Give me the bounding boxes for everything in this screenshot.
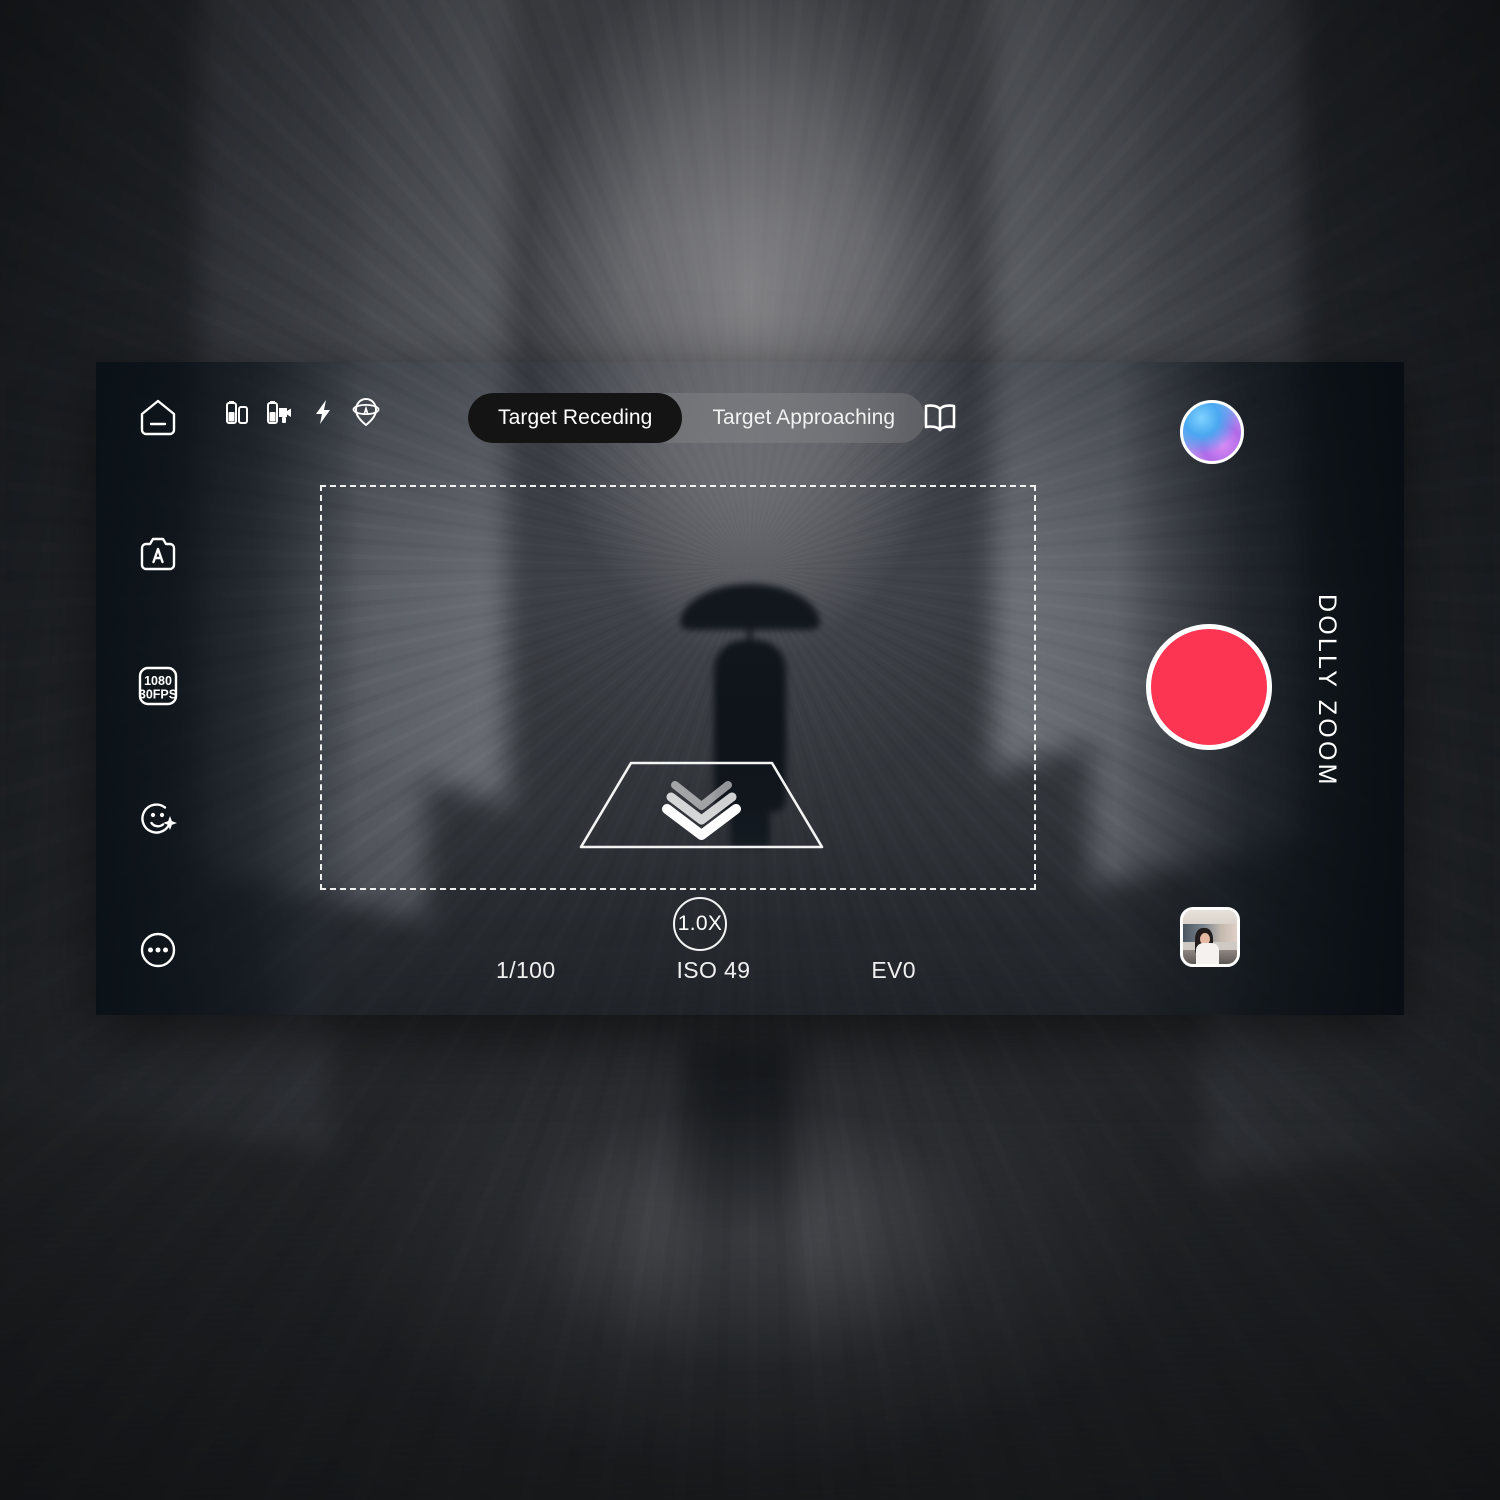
thumb-person-dress [1195, 943, 1219, 964]
resolution-bottom-label: 30FPS [139, 688, 177, 702]
home-button[interactable] [127, 387, 189, 449]
resolution-1080-30fps-icon: 1080 30FPS [138, 666, 178, 706]
gimbal-orbit-glyph [352, 398, 380, 426]
phone-battery-glyph [226, 401, 248, 424]
camera-auto-mode-button[interactable] [127, 524, 189, 586]
gallery-thumbnail-button[interactable] [1180, 907, 1240, 967]
left-control-rail: 1080 30FPS [96, 362, 226, 1015]
iso-value: ISO 49 [676, 957, 751, 983]
gimbal-auto-icon[interactable] [351, 395, 381, 429]
resolution-button[interactable]: 1080 30FPS [127, 655, 189, 717]
effect-mode-label: DOLLY ZOOM [1313, 594, 1341, 788]
shutter-speed-value: 1/100 [496, 957, 556, 983]
book-icon [924, 404, 956, 432]
camera-auto-icon [140, 537, 176, 571]
mode-tab-group[interactable]: Target Receding Target Approaching [468, 393, 926, 443]
zoom-level-button[interactable]: 1.0X [673, 897, 727, 951]
home-icon [140, 399, 176, 436]
tab-target-receding[interactable]: Target Receding [468, 393, 683, 443]
more-dots-icon [140, 932, 176, 968]
camera-battery-glyph [267, 401, 291, 424]
gallery-thumbnail-image [1183, 910, 1237, 964]
ai-assistant-button[interactable] [1180, 400, 1244, 464]
exposure-readout-row: 1/100 ISO 49 EV0 [496, 957, 916, 984]
record-button[interactable] [1146, 624, 1272, 750]
ev-value: EV0 [871, 957, 916, 983]
camera-viewport: 1080 30FPS Target Receding Target Approa… [96, 362, 1404, 1015]
flash-bolt-glyph [316, 400, 330, 424]
camera-battery-icon[interactable] [265, 395, 295, 429]
beauty-sparkle-icon [141, 803, 177, 834]
phone-battery-icon[interactable] [222, 395, 252, 429]
tutorial-book-button[interactable] [919, 397, 961, 439]
more-options-button[interactable] [127, 919, 189, 981]
status-icon-row [222, 395, 381, 429]
tab-target-approaching[interactable]: Target Approaching [682, 393, 925, 443]
dolly-trapezoid-icon [579, 761, 824, 849]
resolution-top-label: 1080 [144, 674, 172, 688]
beauty-button[interactable] [127, 787, 189, 849]
dolly-zoom-direction-indicator [579, 759, 824, 851]
flash-icon[interactable] [308, 395, 338, 429]
